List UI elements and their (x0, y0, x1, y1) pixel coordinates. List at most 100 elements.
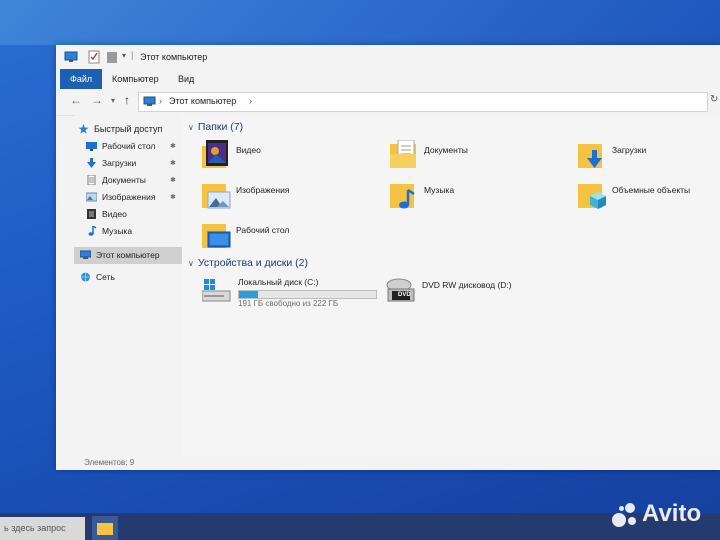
sidebar-item-pictures[interactable]: Изображения ✱ (74, 189, 182, 206)
pin-icon[interactable]: ✱ (170, 172, 176, 189)
dvd-badge: DVD (398, 292, 411, 298)
breadcrumb-this-pc[interactable]: Этот компьютер (169, 96, 236, 106)
computer-icon (143, 96, 156, 106)
documents-folder-icon (390, 140, 416, 168)
drive-item-c[interactable]: Локальный диск (C:) 191 ГБ свободно из 2… (202, 277, 382, 313)
sidebar-item-label: Изображения (102, 192, 156, 202)
drive-label: Локальный диск (C:) (238, 277, 319, 287)
sidebar-item-label: Видео (102, 209, 127, 219)
sidebar-item-label: Быстрый доступ (94, 124, 163, 134)
pictures-folder-icon (202, 184, 231, 209)
sidebar-item-network[interactable]: Сеть (74, 269, 182, 286)
file-explorer-window: ▾ | Этот компьютер Файл Компьютер Вид ← … (56, 45, 720, 470)
avito-watermark-text: Avito (642, 500, 702, 527)
pictures-icon (86, 192, 97, 202)
back-arrow-icon[interactable]: ← (70, 93, 82, 107)
chevron-down-icon[interactable]: ∨ (188, 123, 194, 132)
star-icon (78, 124, 89, 134)
drives-section-title: Устройства и диски (2) (197, 257, 308, 269)
drive-usage-bar (238, 290, 377, 299)
quick-access-toolbar-dropdown[interactable]: ▾ (122, 51, 126, 60)
sidebar-item-label: Загрузки (102, 158, 137, 168)
folder-label: Изображения (236, 185, 290, 195)
address-path-box[interactable]: › Этот компьютер › (138, 92, 708, 112)
breadcrumb-chevron-icon[interactable]: › (249, 96, 252, 106)
sidebar-item-music[interactable]: Музыка (74, 223, 182, 240)
folder-icon (97, 523, 113, 535)
folder-item-desktop[interactable]: Рабочий стол (202, 220, 382, 256)
new-folder-icon[interactable] (106, 50, 118, 64)
drive-free-space: 191 ГБ свободно из 222 ГБ (238, 299, 339, 308)
folder-item-video[interactable]: Видео (202, 140, 382, 176)
computer-icon (64, 51, 78, 62)
sidebar-item-video[interactable]: Видео (74, 206, 182, 223)
pin-icon[interactable]: ✱ (170, 138, 176, 155)
drive-usage-fill (239, 291, 259, 298)
folder-item-pictures[interactable]: Изображения (202, 180, 382, 216)
forward-arrow-icon[interactable]: → (91, 93, 103, 107)
video-icon (87, 209, 96, 219)
folders-section-header[interactable]: ∨ Папки (7) (188, 121, 243, 133)
breadcrumb-chevron-icon[interactable]: › (159, 96, 162, 106)
content-pane: ∨ Папки (7) Видео Документы Загрузки Изо… (182, 115, 720, 455)
desktop-folder-icon (202, 224, 231, 248)
tab-file[interactable]: Файл (60, 69, 103, 89)
windows-drive-icon (202, 279, 231, 302)
sidebar-item-label: Рабочий стол (102, 141, 156, 151)
avito-logo-icon (612, 502, 638, 527)
folder-label: Музыка (424, 185, 455, 195)
desktop-icon (86, 142, 97, 151)
title-bar: ▾ | Этот компьютер (56, 45, 720, 69)
folder-label: Рабочий стол (236, 225, 290, 235)
sidebar-item-this-pc[interactable]: Этот компьютер (74, 247, 182, 264)
pin-icon[interactable]: ✱ (170, 155, 176, 172)
network-icon (81, 272, 90, 282)
sidebar-item-label: Музыка (102, 226, 133, 236)
up-arrow-icon[interactable]: ↑ (124, 93, 130, 107)
folder-item-documents[interactable]: Документы (390, 140, 570, 176)
sidebar-item-quick-access[interactable]: Быстрый доступ (74, 121, 182, 138)
sidebar-item-desktop[interactable]: Рабочий стол ✱ (74, 138, 182, 155)
documents-icon (87, 175, 96, 185)
window-title: Этот компьютер (140, 52, 208, 62)
folders-section-title: Папки (7) (197, 121, 244, 133)
items-count: Элементов: 9 (84, 458, 135, 467)
downloads-icon (87, 158, 96, 168)
ribbon-tabs: Файл Компьютер Вид (56, 69, 720, 90)
computer-icon (80, 250, 91, 259)
sidebar-item-documents[interactable]: Документы ✱ (74, 172, 182, 189)
refresh-icon[interactable]: ↻ (710, 94, 718, 105)
folder-label: Документы (424, 145, 468, 155)
sidebar-item-downloads[interactable]: Загрузки ✱ (74, 155, 182, 172)
dvd-drive-icon (386, 278, 415, 302)
music-folder-icon (390, 184, 415, 209)
folder-label: Видео (236, 145, 261, 155)
sidebar-item-label: Документы (102, 175, 146, 185)
3d-objects-folder-icon (578, 184, 606, 209)
folder-label: Загрузки (612, 145, 647, 155)
folder-label: Объемные объекты (612, 185, 691, 195)
folder-item-music[interactable]: Музыка (390, 180, 570, 216)
downloads-folder-icon (578, 144, 602, 168)
sidebar-item-label: Сеть (96, 272, 115, 282)
folder-item-3d-objects[interactable]: Объемные объекты (578, 180, 720, 216)
window-title-separator: | (131, 50, 134, 60)
taskbar-app-explorer[interactable] (92, 516, 118, 540)
avito-watermark: Avito (612, 500, 701, 528)
recent-locations-chevron-icon[interactable]: ▾ (111, 96, 115, 105)
drive-item-d[interactable]: DVD DVD RW дисковод (D:) (386, 277, 546, 313)
music-icon (88, 226, 97, 236)
pin-icon[interactable]: ✱ (170, 189, 176, 206)
drive-label: DVD RW дисковод (D:) (422, 280, 512, 290)
taskbar-search-box[interactable]: ь здесь запрос (0, 517, 85, 540)
video-folder-icon (202, 140, 228, 168)
sidebar-item-label: Этот компьютер (96, 250, 160, 260)
drives-section-header[interactable]: ∨ Устройства и диски (2) (188, 257, 308, 269)
properties-icon[interactable] (88, 50, 100, 64)
address-bar: ← → ▾ ↑ › Этот компьютер › ↻ (56, 89, 720, 116)
chevron-down-icon[interactable]: ∨ (188, 259, 194, 268)
folder-item-downloads[interactable]: Загрузки (578, 140, 720, 176)
navigation-pane: Быстрый доступ Рабочий стол ✱ Загрузки ✱… (74, 115, 182, 455)
tab-computer[interactable]: Компьютер (102, 69, 169, 89)
tab-view[interactable]: Вид (168, 69, 204, 89)
